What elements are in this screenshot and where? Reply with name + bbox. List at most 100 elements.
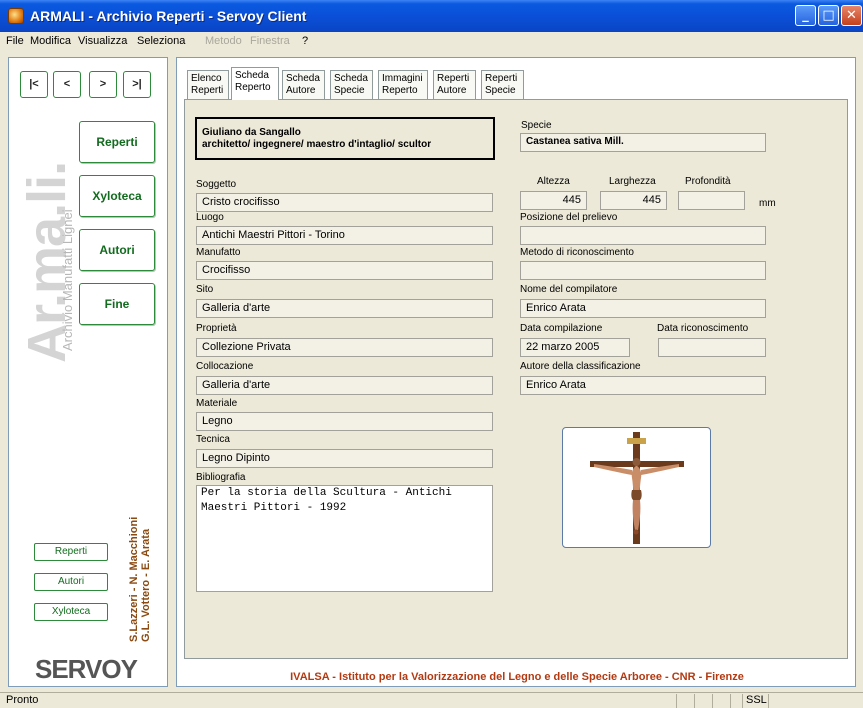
tecnica-label: Tecnica <box>196 434 230 445</box>
tab-scheda-autore[interactable]: Scheda Autore <box>282 70 325 100</box>
left-panel: |< < > >| Ar.ma.li. Archivio Manufatti L… <box>8 57 168 687</box>
status-text: Pronto <box>6 694 39 706</box>
close-button[interactable]: ✕ <box>841 5 862 26</box>
sito-label: Sito <box>196 284 214 295</box>
autore-classificazione-field[interactable]: Enrico Arata <box>520 376 766 395</box>
menu-file[interactable]: File <box>6 35 24 47</box>
luogo-label: Luogo <box>196 212 224 223</box>
minimize-button[interactable]: _ <box>795 5 816 26</box>
tab-label-2: Reperti <box>191 85 224 96</box>
larghezza-field[interactable]: 445 <box>600 191 667 210</box>
last-record-button[interactable]: >| <box>123 71 151 98</box>
status-cell <box>694 694 712 708</box>
autori-small-button[interactable]: Autori <box>34 573 108 591</box>
altezza-field[interactable]: 445 <box>520 191 587 210</box>
title-bar: ARMALI - Archivio Reperti - Servoy Clien… <box>0 0 863 32</box>
data-riconoscimento-label: Data riconoscimento <box>657 323 749 334</box>
collocazione-label: Collocazione <box>196 361 254 372</box>
status-cell <box>730 694 742 708</box>
credits-line-1: S.Lazzeri - N. Macchioni <box>128 516 140 642</box>
servoy-logo-pre: SERV <box>35 654 102 684</box>
bibliografia-label: Bibliografia <box>196 472 246 483</box>
posizione-field[interactable] <box>520 226 766 245</box>
next-record-button[interactable]: > <box>89 71 117 98</box>
menu-visualizza[interactable]: Visualizza <box>78 35 127 47</box>
tab-label-2: Reperto <box>382 85 418 96</box>
proprieta-field[interactable]: Collezione Privata <box>196 338 493 357</box>
servoy-logo-o: O <box>101 654 121 684</box>
tab-label-1: Scheda <box>286 73 320 84</box>
bibliografia-textarea[interactable]: Per la storia della Scultura - Antichi M… <box>196 485 493 592</box>
metodo-label: Metodo di riconoscimento <box>520 247 634 258</box>
maximize-button[interactable]: □ <box>818 5 839 26</box>
sito-field[interactable]: Galleria d'arte <box>196 299 493 318</box>
manufatto-field[interactable]: Crocifisso <box>196 261 493 280</box>
crucifix-image <box>590 432 684 544</box>
tab-label-1: Reperti <box>437 73 470 84</box>
menu-finestra[interactable]: Finestra <box>250 35 290 47</box>
brand-subtitle: Archivio Manufatti Lignei <box>60 209 75 351</box>
menu-modifica[interactable]: Modifica <box>30 35 71 47</box>
servoy-logo: SERVOY <box>35 654 138 685</box>
fine-button[interactable]: Fine <box>79 283 155 325</box>
autore-classificazione-label: Autore della classificazione <box>520 361 641 372</box>
xyloteca-button[interactable]: Xyloteca <box>79 175 155 217</box>
tab-label-1: Reperti <box>485 73 518 84</box>
unit-label: mm <box>759 198 776 209</box>
specie-label: Specie <box>521 120 552 131</box>
posizione-label: Posizione del prelievo <box>520 212 618 223</box>
data-compilazione-label: Data compilazione <box>520 323 603 334</box>
tab-scheda-reperto[interactable]: Scheda Reperto <box>231 67 279 100</box>
tab-label-1: Immagini <box>382 73 423 84</box>
soggetto-label: Soggetto <box>196 179 237 190</box>
autori-button[interactable]: Autori <box>79 229 155 271</box>
tab-scheda-specie[interactable]: Scheda Specie <box>330 70 373 100</box>
author-box: Giuliano da Sangallo architetto/ ingegne… <box>195 117 495 160</box>
profondita-field[interactable] <box>678 191 745 210</box>
status-bar: Pronto SSL <box>0 692 863 708</box>
prev-record-button[interactable]: < <box>53 71 81 98</box>
reperti-small-button[interactable]: Reperti <box>34 543 108 561</box>
menu-bar: File Modifica Visualizza Seleziona Metod… <box>0 32 863 51</box>
tab-label-2: Specie <box>485 85 516 96</box>
main-panel: Elenco Reperti Scheda Reperto Scheda Aut… <box>176 57 856 687</box>
tab-label-2: Reperto <box>235 82 271 93</box>
data-compilazione-field[interactable]: 22 marzo 2005 <box>520 338 630 357</box>
menu-metodo[interactable]: Metodo <box>205 35 242 47</box>
menu-help[interactable]: ? <box>302 35 308 47</box>
tab-label-2: Autore <box>437 85 467 96</box>
larghezza-label: Larghezza <box>609 176 656 187</box>
scheda-reperto-form: Giuliano da Sangallo architetto/ ingegne… <box>184 99 848 659</box>
brand-logo-text: Ar.ma.li. <box>17 161 77 363</box>
compilatore-field[interactable]: Enrico Arata <box>520 299 766 318</box>
tab-reperti-autore[interactable]: Reperti Autore <box>433 70 476 100</box>
window-title: ARMALI - Archivio Reperti - Servoy Clien… <box>30 8 307 24</box>
app-icon <box>8 8 24 24</box>
tab-reperti-specie[interactable]: Reperti Specie <box>481 70 524 100</box>
materiale-field[interactable]: Legno <box>196 412 493 431</box>
first-record-button[interactable]: |< <box>20 71 48 98</box>
xyloteca-small-button[interactable]: Xyloteca <box>34 603 108 621</box>
luogo-field[interactable]: Antichi Maestri Pittori - Torino <box>196 226 493 245</box>
specie-field[interactable]: Castanea sativa Mill. <box>520 133 766 152</box>
profondita-label: Profondità <box>685 176 731 187</box>
tab-label-1: Elenco <box>191 73 222 84</box>
reperto-photo[interactable] <box>562 427 711 548</box>
collocazione-field[interactable]: Galleria d'arte <box>196 376 493 395</box>
tab-label-1: Scheda <box>235 70 269 81</box>
soggetto-field[interactable]: Cristo crocifisso <box>196 193 493 212</box>
status-cell <box>712 694 730 708</box>
menu-seleziona[interactable]: Seleziona <box>137 35 185 47</box>
manufatto-label: Manufatto <box>196 247 241 258</box>
tecnica-field[interactable]: Legno Dipinto <box>196 449 493 468</box>
tab-label-1: Scheda <box>334 73 368 84</box>
tab-label-2: Autore <box>286 85 316 96</box>
status-cell <box>676 694 694 708</box>
data-riconoscimento-field[interactable] <box>658 338 766 357</box>
tab-elenco-reperti[interactable]: Elenco Reperti <box>187 70 229 100</box>
credits-line-2: G.L. Vottero - E. Arata <box>140 528 152 642</box>
servoy-logo-post: Y <box>120 654 138 684</box>
metodo-field[interactable] <box>520 261 766 280</box>
reperti-button[interactable]: Reperti <box>79 121 155 163</box>
tab-immagini-reperto[interactable]: Immagini Reperto <box>378 70 428 100</box>
